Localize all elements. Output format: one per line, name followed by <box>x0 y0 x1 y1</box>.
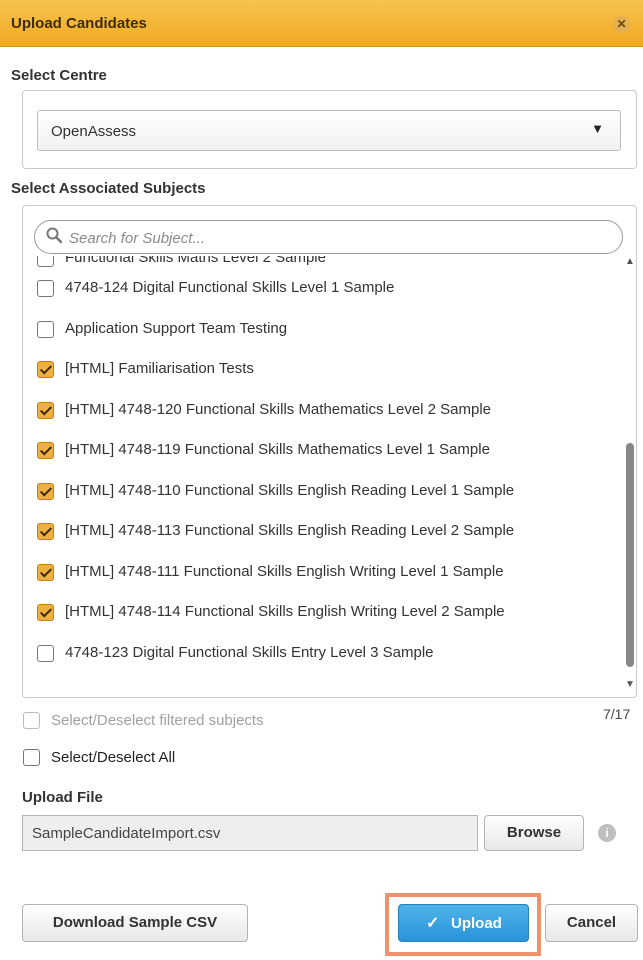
subject-label: [HTML] 4748-110 Functional Skills Englis… <box>65 481 515 499</box>
centre-select[interactable]: OpenAssess ▼ <box>37 110 621 151</box>
centre-panel: OpenAssess ▼ <box>22 90 637 169</box>
subject-checkbox[interactable] <box>37 256 54 267</box>
list-item[interactable]: [HTML] 4748-120 Functional Skills Mathem… <box>37 396 612 426</box>
cancel-button[interactable]: Cancel <box>545 904 638 942</box>
subject-label: Functional Skills Maths Level 2 Sample <box>65 256 326 266</box>
subject-checkbox[interactable] <box>37 523 54 540</box>
list-item[interactable]: 4748-124 Digital Functional Skills Level… <box>37 274 612 304</box>
subject-checkbox[interactable] <box>37 482 54 500</box>
search-icon <box>46 227 63 244</box>
list-item[interactable]: [HTML] 4748-111 Functional Skills Englis… <box>37 558 612 588</box>
subject-label: [HTML] 4748-119 Functional Skills Mathem… <box>65 441 490 458</box>
select-all-checkbox[interactable] <box>23 749 40 766</box>
subject-list-scrollbar[interactable]: ▲ ▼ <box>623 256 637 692</box>
subject-label: 4748-124 Digital Functional Skills Level… <box>65 279 395 296</box>
select-filtered-label: Select/Deselect filtered subjects <box>51 712 264 729</box>
check-icon: ✓ <box>426 915 440 932</box>
upload-file-label: Upload File <box>22 789 103 806</box>
dialog-title: Upload Candidates <box>11 15 147 32</box>
subjects-panel: Functional Skills Maths Level 2 Sample 4… <box>22 205 637 698</box>
subject-search[interactable] <box>34 220 623 254</box>
list-item[interactable]: 4748-123 Digital Functional Skills Entry… <box>37 639 612 669</box>
subject-checkbox[interactable] <box>37 361 54 378</box>
list-item[interactable]: [HTML] 4748-113 Functional Skills Englis… <box>37 517 612 547</box>
subject-label: [HTML] 4748-111 Functional Skills Englis… <box>65 562 504 580</box>
info-icon[interactable]: i <box>598 824 616 842</box>
subject-label: [HTML] 4748-113 Functional Skills Englis… <box>65 522 515 539</box>
subject-label: [HTML] 4748-114 Functional Skills Englis… <box>65 603 505 620</box>
subject-label: 4748-123 Digital Functional Skills Entry… <box>65 643 434 661</box>
scroll-down-icon[interactable]: ▼ <box>625 679 635 690</box>
subject-checkbox[interactable] <box>37 320 54 338</box>
scroll-up-icon[interactable]: ▲ <box>625 256 635 267</box>
selected-count: 7/17 <box>603 706 631 722</box>
subject-checkbox[interactable] <box>37 401 54 419</box>
close-icon[interactable]: ✕ <box>613 16 630 33</box>
list-item[interactable]: Application Support Team Testing <box>37 315 612 345</box>
list-item[interactable]: [HTML] 4748-119 Functional Skills Mathem… <box>37 436 612 466</box>
list-item[interactable]: [HTML] Familiarisation Tests <box>37 355 612 385</box>
download-sample-csv-button[interactable]: Download Sample CSV <box>22 904 248 942</box>
subject-checkbox[interactable] <box>37 280 54 297</box>
list-item[interactable]: Functional Skills Maths Level 2 Sample <box>37 256 612 274</box>
upload-button[interactable]: ✓ Upload <box>398 904 529 942</box>
subject-checkbox[interactable] <box>37 604 54 621</box>
file-path-field[interactable]: SampleCandidateImport.csv <box>22 815 478 851</box>
select-subjects-label: Select Associated Subjects <box>11 180 206 197</box>
select-filtered-checkbox <box>23 712 40 729</box>
list-item[interactable]: [HTML] 4748-110 Functional Skills Englis… <box>37 477 612 507</box>
subject-list[interactable]: Functional Skills Maths Level 2 Sample 4… <box>23 256 623 692</box>
subject-label: [HTML] Familiarisation Tests <box>65 360 254 377</box>
select-all-label: Select/Deselect All <box>51 749 176 766</box>
scroll-thumb[interactable] <box>626 443 634 667</box>
dialog-title-bar: Upload Candidates ✕ <box>0 0 643 47</box>
file-path-value: SampleCandidateImport.csv <box>32 825 221 842</box>
browse-button[interactable]: Browse <box>484 815 584 851</box>
upload-button-label: Upload <box>451 915 502 932</box>
subject-search-input[interactable] <box>67 227 611 249</box>
centre-select-value: OpenAssess <box>51 123 137 140</box>
subject-checkbox[interactable] <box>37 442 54 459</box>
subject-label: Application Support Team Testing <box>65 319 288 337</box>
list-item[interactable]: [HTML] 4748-114 Functional Skills Englis… <box>37 598 612 628</box>
select-centre-label: Select Centre <box>11 67 107 84</box>
caret-down-icon: ▼ <box>591 121 604 136</box>
subject-label: [HTML] 4748-120 Functional Skills Mathem… <box>65 400 492 418</box>
subject-checkbox[interactable] <box>37 563 54 581</box>
subject-checkbox[interactable] <box>37 644 54 662</box>
